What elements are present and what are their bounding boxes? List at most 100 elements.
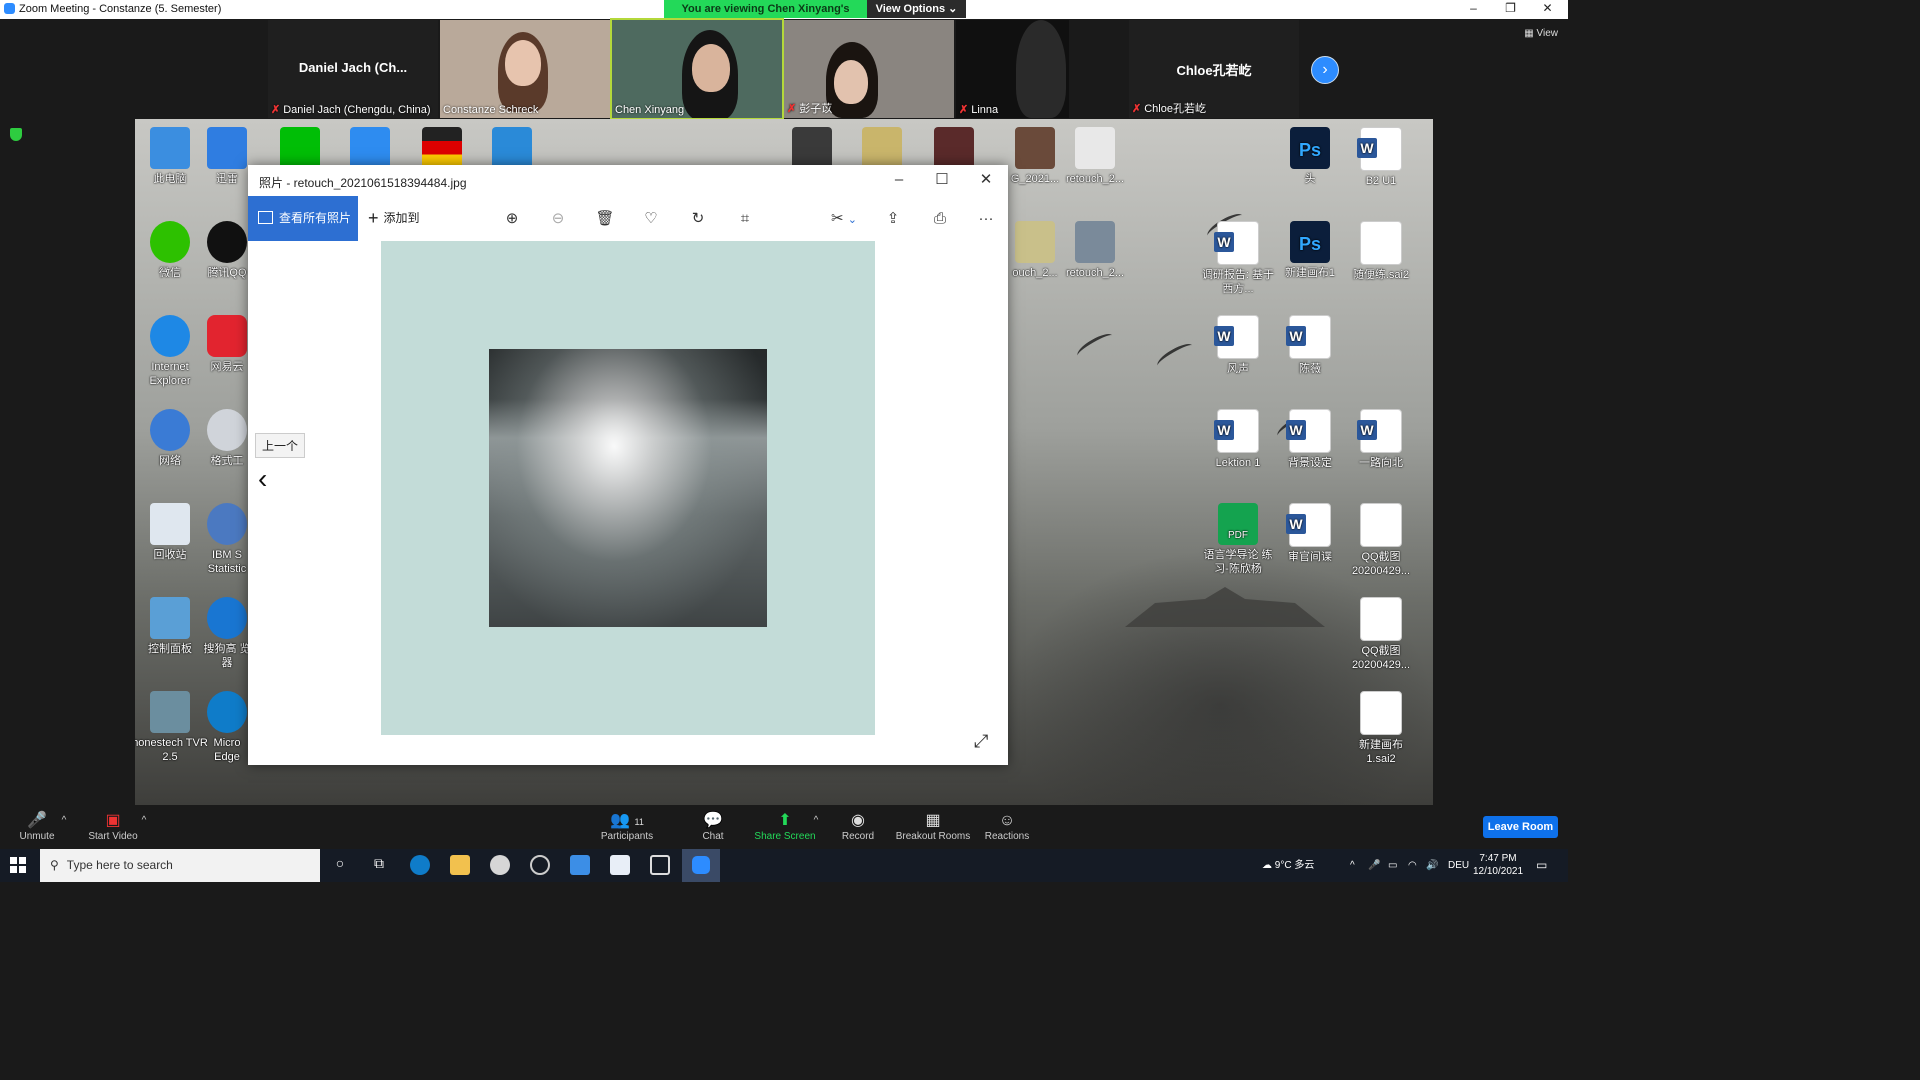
cortana-icon[interactable]: ○ [330, 855, 350, 875]
rotate-icon[interactable]: ↻ [687, 208, 709, 230]
microphone-icon[interactable]: 🎤 [1368, 849, 1380, 882]
tray-chevron-icon[interactable]: ^ [1350, 849, 1355, 882]
desktop-icon[interactable]: 随便练.sai2 [1343, 221, 1419, 282]
heart-icon[interactable]: ♡ [640, 208, 662, 230]
desktop-icon[interactable]: 搜狗高 览器 [202, 597, 252, 670]
vpn-icon[interactable] [530, 855, 550, 875]
participant-tile[interactable]: ✗ Linna [956, 20, 1069, 118]
media-player-icon[interactable] [490, 855, 510, 875]
restore-button[interactable]: ❐ [1492, 0, 1529, 19]
participants-button[interactable]: 👥 11 Participants [597, 811, 657, 842]
edge-icon[interactable] [410, 855, 430, 875]
desktop-icon-label: 网络 [159, 455, 181, 467]
desktop-icon[interactable]: 此电脑 [135, 127, 208, 186]
desktop-icon[interactable]: 网络 [135, 409, 208, 468]
desktop-icon[interactable]: retouch_2... [1057, 221, 1133, 280]
video-options-caret[interactable]: ^ [138, 815, 150, 826]
desktop-icon[interactable]: 格式工 [202, 409, 252, 468]
desktop-icon[interactable]: Micro Edge [202, 691, 252, 764]
weather-widget[interactable]: ☁ 9°C 多云 [1262, 849, 1314, 882]
participant-tile[interactable]: Chloe孔若屹 ✗ Chloe孔若屹 [1129, 20, 1299, 118]
desktop-icon[interactable]: B2 U1 [1343, 127, 1419, 188]
desktop-icon[interactable]: Internet Explorer [135, 315, 208, 388]
view-all-photos-button[interactable]: 查看所有照片 [248, 196, 358, 241]
file-explorer-icon[interactable] [450, 855, 470, 875]
participant-tile-active-speaker[interactable]: Chen Xinyang [610, 18, 784, 120]
share-options-caret[interactable]: ^ [810, 815, 822, 826]
desktop-icon[interactable]: 微信 [135, 221, 208, 280]
view-layout-button[interactable]: ▦ View [1524, 28, 1558, 39]
previous-arrow-icon[interactable]: ‹ [258, 463, 267, 495]
desktop-icon[interactable]: 新建画布 1.sai2 [1343, 691, 1419, 766]
task-view-icon[interactable]: ⧉ [369, 855, 389, 875]
taskbar-search-box[interactable]: ⚲ Type here to search [40, 849, 320, 882]
close-button[interactable]: ✕ [1529, 0, 1566, 19]
input-language[interactable]: DEU [1448, 849, 1469, 882]
chat-button[interactable]: 💬 Chat [690, 811, 736, 842]
taskbar-clock[interactable]: 7:47 PM 12/10/2021 [1468, 852, 1528, 878]
desktop-icon[interactable]: 迅雷 [202, 127, 252, 186]
volume-icon[interactable]: 🔊 [1426, 849, 1438, 882]
zoom-in-icon[interactable]: ⊕ [501, 208, 523, 230]
unmute-button[interactable]: 🎤 Unmute [14, 811, 60, 842]
zoom-out-icon[interactable]: ⊖ [547, 208, 569, 230]
desktop-icon[interactable]: retouch_2... [1057, 127, 1133, 186]
dictionary-icon [492, 127, 532, 169]
more-icon[interactable]: ··· [975, 208, 997, 230]
desktop-icon[interactable]: 背景设定 [1272, 409, 1348, 470]
image-thumbnail-icon [792, 127, 832, 169]
mail-icon[interactable] [570, 855, 590, 875]
desktop-icon[interactable]: honestech TVR 2.5 [135, 691, 208, 764]
zoom-taskbar-button[interactable] [682, 849, 720, 882]
desktop-icon[interactable]: 陈薇 [1272, 315, 1348, 376]
desktop-icon[interactable]: Ps 头 [1272, 127, 1348, 186]
desktop-icon[interactable]: QQ截图 20200429... [1343, 503, 1419, 578]
desktop-icon[interactable]: 控制面板 [135, 597, 208, 656]
desktop-icon[interactable]: Ps 新建画布1 [1272, 221, 1348, 280]
desktop-icon[interactable]: 一路向北 [1343, 409, 1419, 470]
breakout-rooms-button[interactable]: ▦ Breakout Rooms [893, 811, 973, 842]
next-participants-button[interactable]: › [1311, 56, 1339, 84]
edit-icon[interactable]: ✂ ⌄ [824, 208, 864, 230]
desktop-icon-label: QQ截图 20200429... [1351, 645, 1411, 671]
share-screen-button[interactable]: ⬆ Share Screen [752, 811, 818, 842]
desktop-icon[interactable]: 腾讯QQ [202, 221, 252, 280]
desktop-icon[interactable]: IBM S Statistic [202, 503, 252, 576]
desktop-icon[interactable]: QQ截图 20200429... [1343, 597, 1419, 672]
breakout-rooms-label: Breakout Rooms [895, 831, 971, 842]
photos-maximize-button[interactable]: ☐ [922, 169, 962, 191]
desktop-icon[interactable]: 回收站 [135, 503, 208, 562]
notification-icon[interactable]: ▭ [1536, 849, 1547, 882]
photos-minimize-button[interactable]: – [879, 169, 919, 191]
print-icon[interactable]: ⎙ [929, 208, 951, 230]
video-player-icon [350, 127, 390, 169]
audio-options-caret[interactable]: ^ [58, 815, 70, 826]
desktop-icon[interactable]: 调研报告: 基于西方... [1200, 221, 1276, 296]
3d-box-icon[interactable] [650, 855, 670, 875]
desktop-icon[interactable]: 风声 [1200, 315, 1276, 376]
wifi-icon[interactable]: ◠ [1408, 849, 1417, 882]
participant-tile[interactable]: Daniel Jach (Ch... ✗ Daniel Jach (Chengdu… [268, 20, 438, 118]
minimize-button[interactable]: – [1455, 0, 1492, 19]
start-video-button[interactable]: ▣ Start Video [84, 811, 142, 842]
expand-icon[interactable]: ⤢ [974, 731, 988, 752]
photos-close-button[interactable]: ✕ [966, 169, 1006, 191]
desktop-icon[interactable]: PDF 语言学导论 练习-陈欣杨 [1200, 503, 1276, 576]
desktop-icon[interactable]: 网易云 [202, 315, 252, 374]
participant-tile[interactable]: Constanze Schreck [440, 20, 610, 118]
desktop-icon[interactable]: Lektion 1 [1200, 409, 1276, 470]
share-icon[interactable]: ⇪ [882, 208, 904, 230]
view-options-button[interactable]: View Options ⌄ [867, 0, 966, 18]
windows-start-icon[interactable] [10, 857, 26, 873]
photos-window[interactable]: 照片 - retouch_2021061518394484.jpg – ☐ ✕ … [248, 165, 1008, 765]
reactions-button[interactable]: ☺ Reactions [982, 811, 1032, 842]
delete-icon[interactable]: 🗑 [594, 208, 616, 230]
leave-room-button[interactable]: Leave Room [1483, 816, 1558, 838]
record-button[interactable]: ◉ Record [835, 811, 881, 842]
battery-icon[interactable]: ▭ [1388, 849, 1397, 882]
participant-tile[interactable]: ✗ 彭子苡 [784, 20, 954, 118]
crop-icon[interactable]: ⌗ [734, 208, 756, 230]
desktop-icon[interactable]: 审官间谍 [1272, 503, 1348, 564]
add-to-button[interactable]: + 添加到 [368, 196, 420, 241]
notepad-icon[interactable] [610, 855, 630, 875]
